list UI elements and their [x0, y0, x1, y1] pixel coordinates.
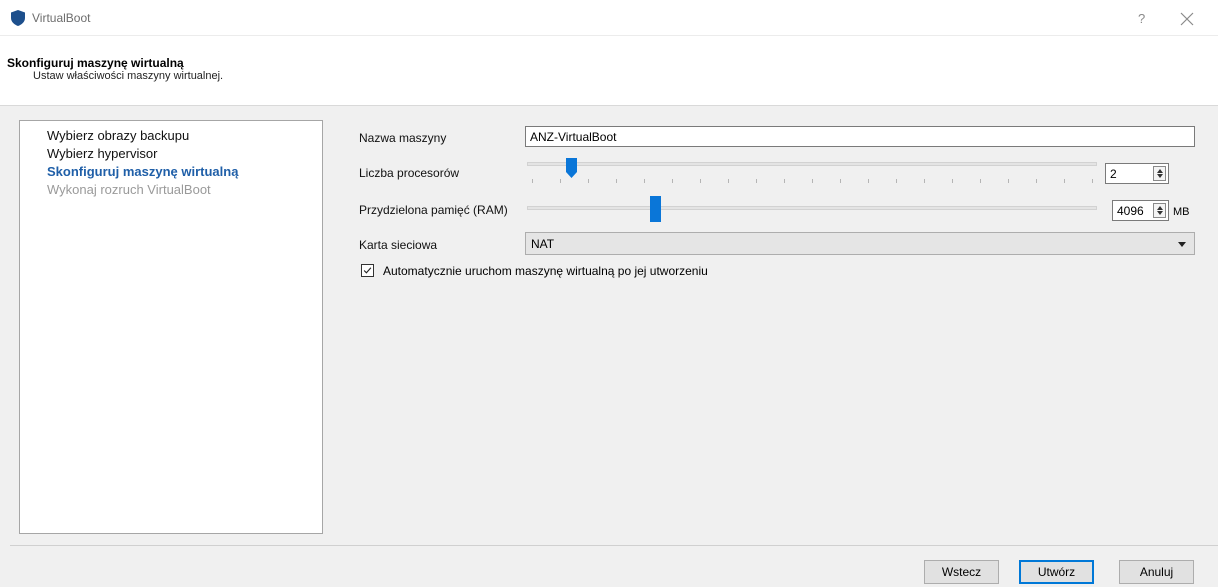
- ram-unit-label: MB: [1173, 206, 1190, 218]
- spin-down-icon[interactable]: [1157, 211, 1163, 215]
- slider-tick: [980, 179, 981, 183]
- slider-tick: [868, 179, 869, 183]
- slider-tick: [588, 179, 589, 183]
- cancel-button[interactable]: Anuluj: [1119, 560, 1194, 584]
- page-title: Skonfiguruj maszynę wirtualną: [7, 56, 184, 70]
- ram-slider[interactable]: [527, 196, 1097, 224]
- network-card-select[interactable]: NAT: [525, 232, 1195, 255]
- slider-tick: [756, 179, 757, 183]
- slider-tick: [840, 179, 841, 183]
- ram-label: Przydzielona pamięć (RAM): [359, 203, 508, 217]
- shield-icon: [11, 10, 25, 26]
- cpu-slider[interactable]: [527, 154, 1097, 188]
- create-button[interactable]: Utwórz: [1019, 560, 1094, 584]
- spin-up-icon[interactable]: [1157, 169, 1163, 173]
- slider-tick: [700, 179, 701, 183]
- slider-tick: [924, 179, 925, 183]
- slider-tick: [644, 179, 645, 183]
- cpu-count-spinbox[interactable]: 2: [1105, 163, 1169, 184]
- wizard-header: Skonfiguruj maszynę wirtualną Ustaw właś…: [0, 36, 1218, 106]
- cpu-slider-thumb[interactable]: [566, 158, 577, 178]
- steps-panel: Wybierz obrazy backupu Wybierz hyperviso…: [19, 120, 323, 534]
- ram-size-spinbox[interactable]: 4096: [1112, 200, 1169, 221]
- autostart-label[interactable]: Automatycznie uruchom maszynę wirtualną …: [383, 264, 708, 278]
- slider-tick: [812, 179, 813, 183]
- cpu-count-value: 2: [1110, 167, 1117, 181]
- slider-tick: [1036, 179, 1037, 183]
- back-button[interactable]: Wstecz: [924, 560, 999, 584]
- ram-slider-thumb[interactable]: [650, 196, 661, 222]
- spin-down-icon[interactable]: [1157, 174, 1163, 178]
- step-select-backup[interactable]: Wybierz obrazy backupu: [47, 128, 189, 144]
- nic-label: Karta sieciowa: [359, 238, 438, 252]
- slider-tick: [896, 179, 897, 183]
- window-title: VirtualBoot: [32, 11, 91, 25]
- cpu-slider-track: [527, 162, 1097, 166]
- machine-name-input[interactable]: [525, 126, 1195, 147]
- slider-tick: [728, 179, 729, 183]
- footer-divider: [10, 545, 1218, 546]
- cpu-label: Liczba procesorów: [359, 166, 460, 180]
- slider-tick: [1092, 179, 1093, 183]
- step-configure-vm[interactable]: Skonfiguruj maszynę wirtualną: [47, 164, 238, 180]
- slider-tick: [616, 179, 617, 183]
- ram-size-value: 4096: [1117, 204, 1144, 218]
- page-subtitle: Ustaw właściwości maszyny wirtualnej.: [33, 70, 224, 82]
- slider-tick: [952, 179, 953, 183]
- help-button[interactable]: ?: [1138, 11, 1145, 26]
- slider-tick: [672, 179, 673, 183]
- slider-tick: [1064, 179, 1065, 183]
- cpu-spin-buttons[interactable]: [1153, 166, 1166, 181]
- title-bar: VirtualBoot ?: [0, 0, 1218, 36]
- slider-tick: [784, 179, 785, 183]
- network-card-value: NAT: [531, 237, 555, 251]
- step-boot-virtualboot: Wykonaj rozruch VirtualBoot: [47, 182, 211, 197]
- close-icon[interactable]: [1180, 12, 1194, 26]
- slider-tick: [1008, 179, 1009, 183]
- autostart-checkbox[interactable]: [361, 264, 374, 277]
- slider-tick: [560, 179, 561, 183]
- step-select-hypervisor[interactable]: Wybierz hypervisor: [47, 146, 157, 162]
- spin-up-icon[interactable]: [1157, 206, 1163, 210]
- slider-tick: [532, 179, 533, 183]
- name-label: Nazwa maszyny: [359, 131, 447, 145]
- ram-spin-buttons[interactable]: [1153, 203, 1166, 218]
- chevron-down-icon[interactable]: [1178, 242, 1186, 247]
- ram-slider-track: [527, 206, 1097, 210]
